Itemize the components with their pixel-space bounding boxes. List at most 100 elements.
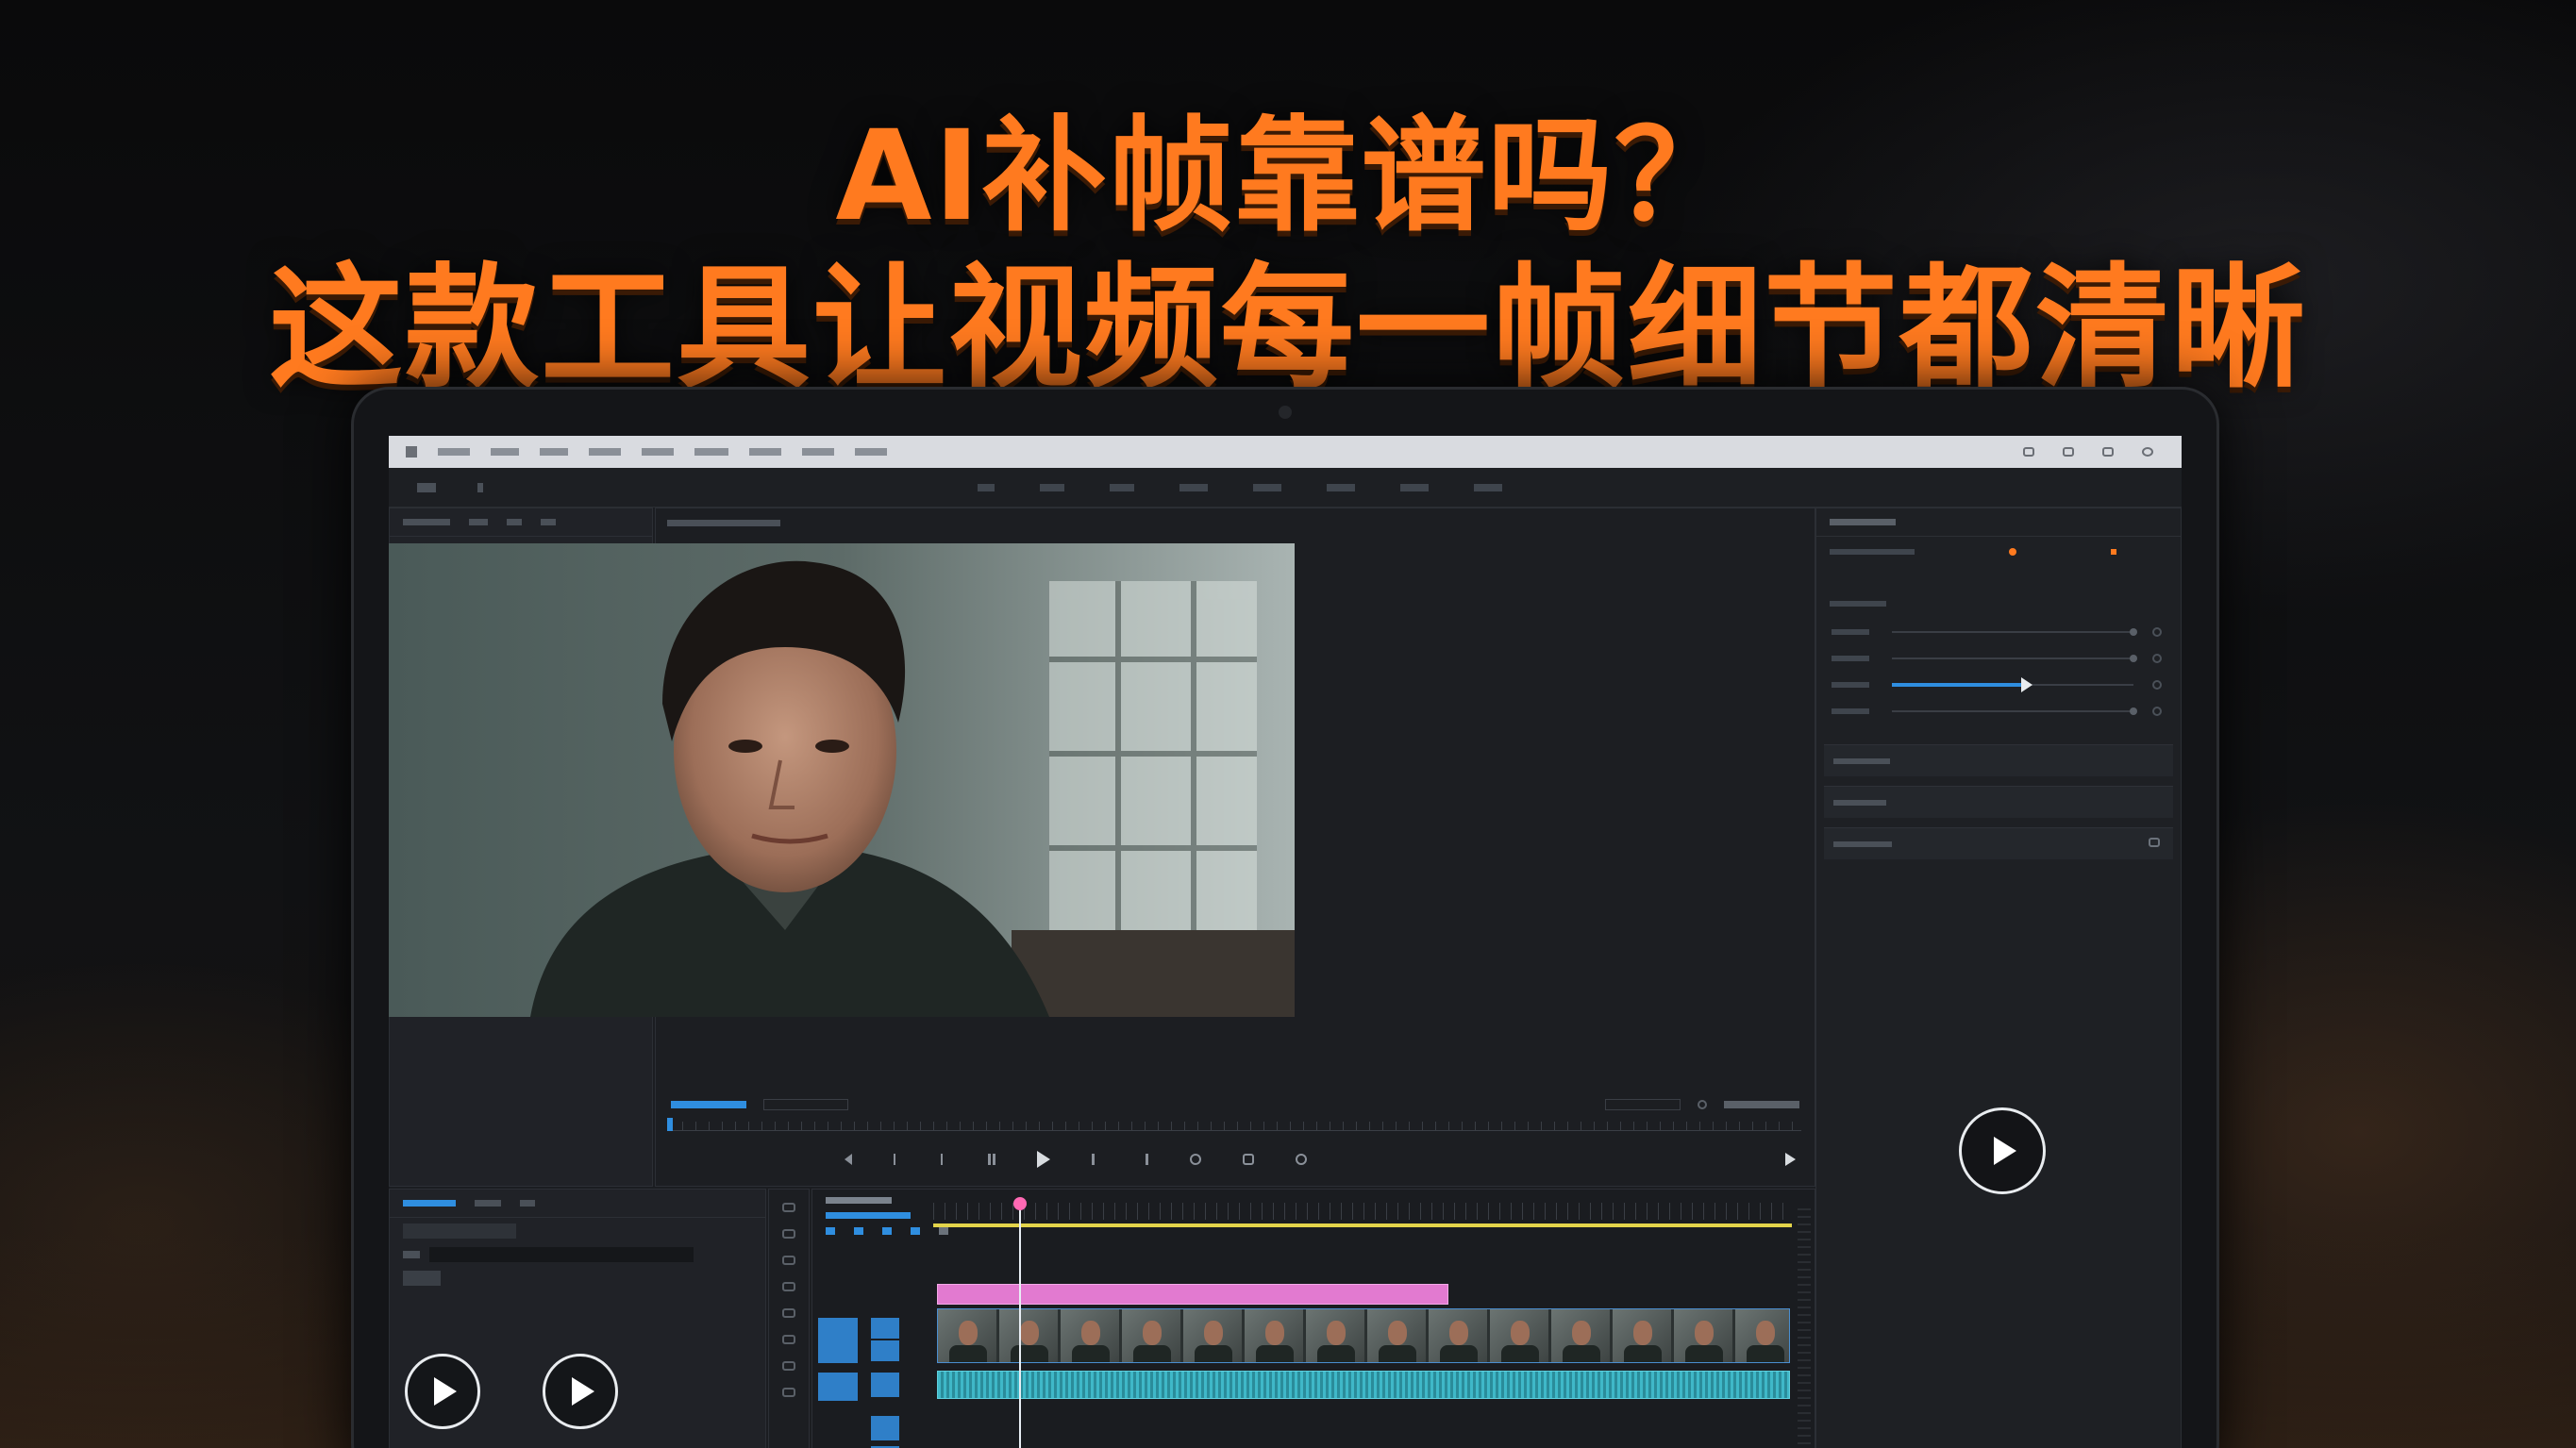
hand-tool-icon[interactable]	[782, 1361, 795, 1371]
go-to-in-icon[interactable]	[941, 1154, 946, 1165]
workspace-tab[interactable]	[1327, 483, 1355, 491]
close-icon[interactable]	[2142, 447, 2153, 457]
audio-clip[interactable]	[937, 1371, 1790, 1399]
overlay-play-button[interactable]	[1959, 1107, 2046, 1194]
minimize-icon[interactable]	[2023, 447, 2034, 457]
thumbnail-body	[1072, 1345, 1110, 1362]
panel-tab[interactable]	[520, 1200, 535, 1207]
track-target-v1[interactable]	[818, 1318, 858, 1363]
menu-item[interactable]	[438, 448, 470, 456]
quality-select[interactable]	[1605, 1099, 1681, 1110]
workspace-tab[interactable]	[1474, 483, 1502, 491]
lift-icon[interactable]	[1190, 1154, 1201, 1165]
track-source-a2[interactable]	[871, 1416, 899, 1440]
ripple-edit-icon[interactable]	[782, 1256, 795, 1265]
clip-play-button[interactable]	[405, 1354, 480, 1429]
monitor-playhead[interactable]	[667, 1118, 673, 1131]
step-forward-icon[interactable]	[1092, 1154, 1099, 1165]
button-editor-icon[interactable]	[1785, 1153, 1796, 1166]
restore-icon[interactable]	[2063, 447, 2074, 457]
reset-icon[interactable]	[2152, 680, 2162, 690]
fx-section-motion[interactable]	[1824, 744, 2173, 776]
video-clip[interactable]	[937, 1308, 1790, 1363]
add-marker-icon[interactable]	[882, 1227, 892, 1235]
selection-tool-icon[interactable]	[782, 1203, 795, 1212]
monitor-tab[interactable]	[667, 519, 780, 526]
toolbar-item[interactable]	[477, 482, 483, 492]
panel-tab[interactable]	[403, 519, 450, 525]
menu-item[interactable]	[855, 448, 887, 456]
panel-tab[interactable]	[469, 519, 488, 525]
workspace-tab[interactable]	[1040, 483, 1064, 491]
menu-item[interactable]	[540, 448, 568, 456]
home-icon[interactable]	[417, 482, 436, 492]
program-monitor-video-frame[interactable]	[389, 543, 1295, 1017]
menu-item[interactable]	[694, 448, 728, 456]
playhead-handle[interactable]	[1013, 1197, 1027, 1210]
menu-item[interactable]	[589, 448, 621, 456]
menu-item[interactable]	[802, 448, 834, 456]
play-icon[interactable]	[1037, 1151, 1050, 1168]
razor-tool-icon[interactable]	[782, 1282, 795, 1291]
workspace-tab[interactable]	[1110, 483, 1134, 491]
track-source-v2[interactable]	[871, 1340, 899, 1361]
type-tool-icon[interactable]	[782, 1388, 795, 1397]
settings-icon[interactable]	[1698, 1100, 1707, 1109]
camera-icon[interactable]	[1243, 1154, 1254, 1165]
step-back-icon[interactable]	[988, 1154, 995, 1165]
adjustment-clip[interactable]	[937, 1284, 1448, 1305]
fx-param-slider[interactable]	[1892, 628, 2137, 636]
clip-play-button[interactable]	[543, 1354, 618, 1429]
panel-tab[interactable]	[1830, 519, 1896, 525]
slip-tool-icon[interactable]	[782, 1308, 795, 1318]
thumbnail-face	[1572, 1321, 1591, 1345]
menu-item[interactable]	[642, 448, 674, 456]
fx-param-slider[interactable]	[1892, 655, 2137, 662]
fit-select[interactable]	[763, 1099, 848, 1110]
track-source-v1[interactable]	[871, 1318, 899, 1339]
track-source-a1[interactable]	[871, 1373, 899, 1397]
reset-icon[interactable]	[2152, 707, 2162, 716]
fx-slider-knob[interactable]	[2130, 655, 2137, 662]
workspace-tab[interactable]	[1253, 483, 1281, 491]
mark-out-icon[interactable]	[894, 1154, 899, 1165]
timeline-playhead[interactable]	[1019, 1199, 1021, 1448]
panel-tab[interactable]	[475, 1200, 501, 1207]
fx-param-slider[interactable]	[1892, 707, 2137, 715]
fx-slider-knob[interactable]	[2130, 628, 2137, 636]
track-select-icon[interactable]	[782, 1229, 795, 1239]
menu-item[interactable]	[491, 448, 519, 456]
snap-icon[interactable]	[826, 1227, 835, 1235]
maximize-icon[interactable]	[2102, 447, 2114, 457]
fx-section-opacity[interactable]	[1824, 786, 2173, 818]
track-target-a1[interactable]	[818, 1373, 858, 1401]
fx-param-slider[interactable]	[1892, 677, 2133, 692]
panel-tab[interactable]	[541, 519, 556, 525]
linked-select-icon[interactable]	[854, 1227, 863, 1235]
panel-tab[interactable]	[507, 519, 522, 525]
sequence-tab[interactable]	[826, 1197, 892, 1204]
chevron-icon[interactable]	[2149, 838, 2160, 847]
pen-tool-icon[interactable]	[782, 1335, 795, 1344]
fx-slider-knob[interactable]	[2130, 707, 2137, 715]
export-frame-icon[interactable]	[1296, 1154, 1307, 1165]
reset-icon[interactable]	[2152, 654, 2162, 663]
workspace-tab[interactable]	[1179, 483, 1208, 491]
mark-in-icon[interactable]	[845, 1154, 852, 1165]
workspace-tab[interactable]	[1400, 483, 1429, 491]
fx-slider-knob[interactable]	[2020, 677, 2032, 692]
keyframe-marker[interactable]	[2111, 549, 2116, 555]
monitor-scrub-bar[interactable]	[669, 1122, 1801, 1131]
menu-item[interactable]	[749, 448, 781, 456]
work-area-bar[interactable]	[933, 1223, 1792, 1227]
keyframe-marker[interactable]	[2009, 548, 2016, 556]
reset-icon[interactable]	[2152, 627, 2162, 637]
panel-tab-active[interactable]	[403, 1200, 456, 1207]
time-ruler[interactable]	[933, 1203, 1792, 1220]
wrench-icon[interactable]	[911, 1227, 920, 1235]
search-input[interactable]	[429, 1247, 694, 1262]
workspace-tab[interactable]	[978, 483, 995, 491]
go-to-out-icon[interactable]	[1141, 1154, 1148, 1165]
fx-section-time-remap[interactable]	[1824, 827, 2173, 859]
search-icon[interactable]	[403, 1251, 420, 1258]
